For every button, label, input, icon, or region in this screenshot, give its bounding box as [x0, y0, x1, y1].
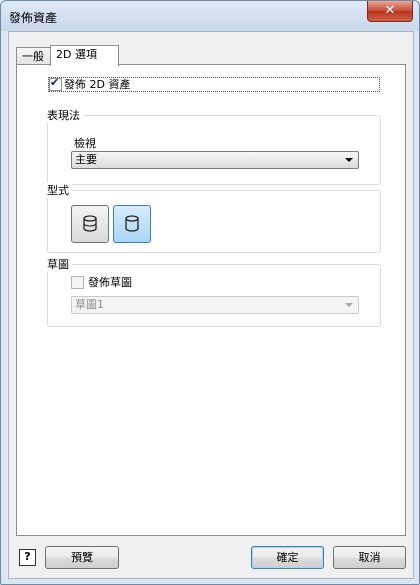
cylinder-outline-icon	[125, 215, 139, 232]
tab-general[interactable]: 一般	[16, 47, 52, 65]
publish-2d-checkbox[interactable]	[49, 76, 62, 91]
publish-2d-label: 發佈 2D 資產	[64, 78, 131, 91]
style-outline-button[interactable]	[113, 205, 151, 243]
representation-group: 表現法 檢視 主要	[47, 107, 381, 185]
dialog-body: 一般 2D 選項 發佈 2D 資產 表現法 檢視 主要 型式	[8, 31, 414, 579]
sketch-group-label: 草圖	[47, 256, 72, 272]
view-label: 檢視	[74, 137, 96, 150]
style-shaded-button[interactable]	[71, 205, 109, 243]
window-title: 發佈資產	[9, 11, 58, 25]
tab-panel-2d-options: 發佈 2D 資產 表現法 檢視 主要 型式	[16, 64, 406, 536]
view-select[interactable]: 主要	[71, 151, 359, 169]
style-group-label: 型式	[47, 182, 72, 198]
cylinder-shaded-icon	[83, 215, 97, 232]
title-bar[interactable]: 發佈資產 ✕	[1, 1, 419, 31]
representation-group-label: 表現法	[47, 107, 83, 123]
sketch-select-value: 草圖1	[75, 298, 104, 311]
publish-2d-row[interactable]: 發佈 2D 資產	[48, 76, 380, 92]
ok-button[interactable]: 確定	[251, 546, 324, 569]
sketch-group: 草圖 發佈草圖 草圖1	[47, 256, 381, 327]
close-button[interactable]: ✕	[367, 1, 413, 22]
publish-sketch-checkbox[interactable]	[71, 276, 84, 289]
chevron-down-icon	[345, 158, 353, 162]
help-button[interactable]: ?	[19, 549, 36, 566]
publish-sketch-label: 發佈草圖	[88, 276, 132, 289]
preview-button[interactable]: 預覽	[45, 546, 119, 569]
style-group: 型式	[47, 182, 381, 253]
view-select-value: 主要	[75, 153, 97, 166]
tab-2d-options[interactable]: 2D 選項	[50, 45, 119, 66]
publish-asset-dialog: 發佈資產 ✕ 一般 2D 選項 發佈 2D 資產 表現法 檢視 主要	[0, 0, 420, 585]
cancel-button[interactable]: 取消	[333, 546, 406, 569]
sketch-select[interactable]: 草圖1	[71, 296, 359, 314]
chevron-down-icon	[345, 303, 353, 307]
